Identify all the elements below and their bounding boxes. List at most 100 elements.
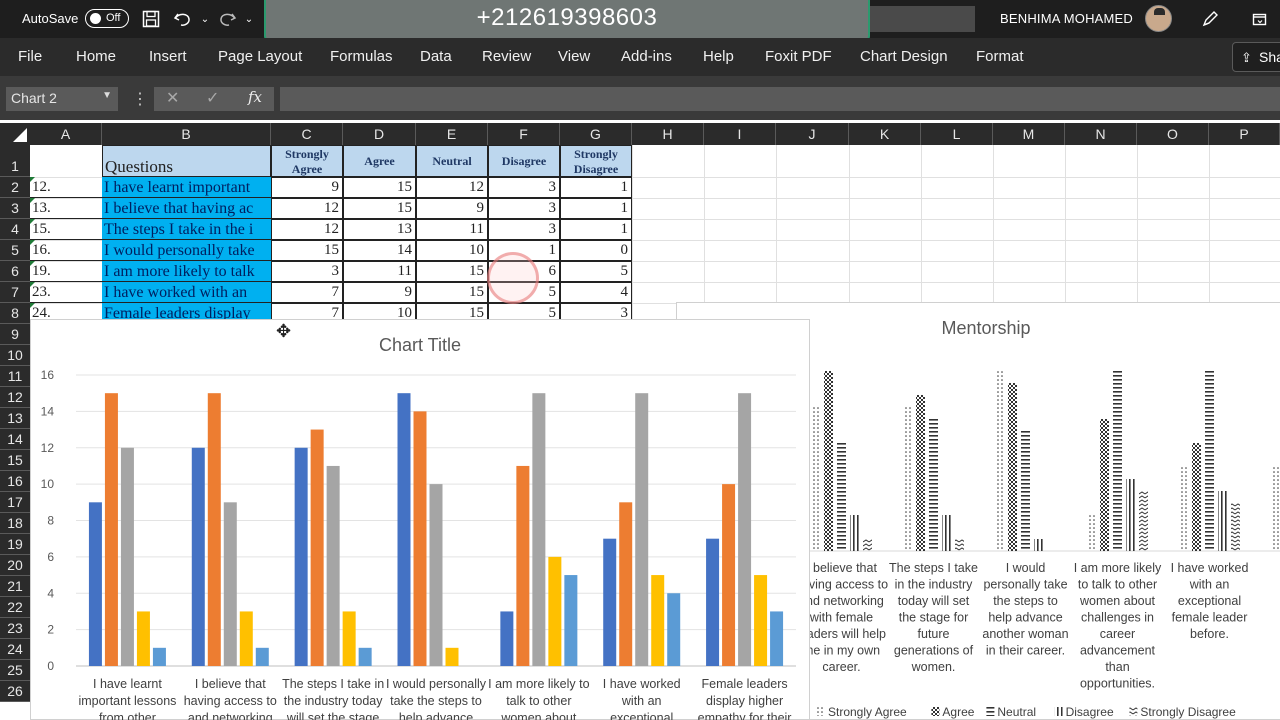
tab-chart-design[interactable]: Chart Design [860, 48, 948, 65]
column-header-o[interactable]: O [1137, 123, 1209, 145]
column-header-c[interactable]: C [271, 123, 343, 145]
row-header-20[interactable]: 20 [0, 555, 30, 576]
response-count-cell[interactable]: 9 [271, 177, 343, 198]
response-count-cell[interactable]: 11 [343, 261, 416, 282]
response-count-cell[interactable]: 0 [560, 240, 632, 261]
tab-file[interactable]: File [18, 48, 42, 65]
tab-formulas[interactable]: Formulas [330, 48, 393, 65]
name-box[interactable]: Chart 2 ▼ [6, 87, 118, 111]
row-header-3[interactable]: 3 [0, 198, 30, 219]
response-count-cell[interactable]: 3 [271, 261, 343, 282]
redo-dropdown-icon[interactable]: ⌄ [238, 8, 260, 30]
strongly-disagree-header[interactable]: Strongly Disagree [560, 145, 632, 177]
row-header-9[interactable]: 9 [0, 324, 30, 345]
response-count-cell[interactable]: 7 [271, 282, 343, 303]
row-header-13[interactable]: 13 [0, 408, 30, 429]
select-all-corner[interactable] [0, 123, 30, 145]
response-count-cell[interactable]: 15 [416, 261, 488, 282]
row-header-14[interactable]: 14 [0, 429, 30, 450]
strongly-agree-header[interactable]: Strongly Agree [271, 145, 343, 177]
disagree-header[interactable]: Disagree [488, 145, 560, 177]
row-header-22[interactable]: 22 [0, 597, 30, 618]
formula-input[interactable] [280, 87, 1280, 111]
undo-dropdown-icon[interactable]: ⌄ [194, 8, 216, 30]
tab-foxit-pdf[interactable]: Foxit PDF [765, 48, 832, 65]
row-header-17[interactable]: 17 [0, 492, 30, 513]
row-header-15[interactable]: 15 [0, 450, 30, 471]
column-header-h[interactable]: H [632, 123, 704, 145]
row-header-10[interactable]: 10 [0, 345, 30, 366]
tab-data[interactable]: Data [420, 48, 452, 65]
response-count-cell[interactable]: 12 [416, 177, 488, 198]
avatar[interactable] [1145, 5, 1172, 32]
response-count-cell[interactable]: 1 [560, 177, 632, 198]
row-header-4[interactable]: 4 [0, 219, 30, 240]
question-id-cell[interactable]: 13. [30, 198, 102, 219]
column-header-f[interactable]: F [488, 123, 560, 145]
column-header-i[interactable]: I [704, 123, 776, 145]
column-header-g[interactable]: G [560, 123, 632, 145]
tab-page-layout[interactable]: Page Layout [218, 48, 302, 65]
row-header-6[interactable]: 6 [0, 261, 30, 282]
response-count-cell[interactable]: 3 [488, 177, 560, 198]
row-header-21[interactable]: 21 [0, 576, 30, 597]
row-header-11[interactable]: 11 [0, 366, 30, 387]
redo-icon[interactable] [216, 8, 238, 30]
response-count-cell[interactable]: 9 [416, 198, 488, 219]
column-header-p[interactable]: P [1209, 123, 1280, 145]
column-header-e[interactable]: E [416, 123, 488, 145]
question-text-cell[interactable]: The steps I take in the i [102, 219, 271, 240]
tab-add-ins[interactable]: Add-ins [621, 48, 672, 65]
column-header-k[interactable]: K [849, 123, 921, 145]
response-count-cell[interactable]: 3 [488, 198, 560, 219]
question-text-cell[interactable]: I have worked with an [102, 282, 271, 303]
response-count-cell[interactable]: 1 [560, 198, 632, 219]
row-header-19[interactable]: 19 [0, 534, 30, 555]
undo-icon[interactable] [172, 8, 194, 30]
column-header-j[interactable]: J [776, 123, 849, 145]
row-header-16[interactable]: 16 [0, 471, 30, 492]
response-count-cell[interactable]: 15 [343, 177, 416, 198]
row-header-23[interactable]: 23 [0, 618, 30, 639]
save-icon[interactable] [140, 8, 162, 30]
row-header-25[interactable]: 25 [0, 660, 30, 681]
column-header-m[interactable]: M [993, 123, 1065, 145]
row-header-2[interactable]: 2 [0, 177, 30, 198]
response-count-cell[interactable]: 1 [560, 219, 632, 240]
column-header-d[interactable]: D [343, 123, 416, 145]
column-header-n[interactable]: N [1065, 123, 1137, 145]
row-header-7[interactable]: 7 [0, 282, 30, 303]
row-header-8[interactable]: 8 [0, 303, 30, 324]
autosave-toggle[interactable]: Off [85, 9, 129, 28]
response-count-cell[interactable]: 3 [488, 219, 560, 240]
question-id-cell[interactable]: 15. [30, 219, 102, 240]
search-box[interactable] [870, 6, 975, 32]
question-id-cell[interactable]: 23. [30, 282, 102, 303]
neutral-header[interactable]: Neutral [416, 145, 488, 177]
more-options-icon[interactable]: ⋮ [132, 89, 148, 109]
share-button[interactable]: ⇪ Sha [1232, 42, 1280, 72]
restore-window-icon[interactable] [1249, 8, 1271, 30]
enter-icon[interactable]: ✓ [206, 88, 219, 108]
tab-home[interactable]: Home [76, 48, 116, 65]
tab-insert[interactable]: Insert [149, 48, 187, 65]
row-header-1[interactable]: 1 [0, 145, 30, 177]
response-count-cell[interactable]: 13 [343, 219, 416, 240]
cancel-icon[interactable]: ✕ [166, 88, 179, 108]
response-count-cell[interactable]: 15 [343, 198, 416, 219]
column-header-b[interactable]: B [102, 123, 271, 145]
question-text-cell[interactable]: I have learnt important [102, 177, 271, 198]
response-count-cell[interactable]: 9 [343, 282, 416, 303]
row-header-5[interactable]: 5 [0, 240, 30, 261]
question-text-cell[interactable]: I am more likely to talk [102, 261, 271, 282]
response-count-cell[interactable]: 15 [271, 240, 343, 261]
questions-header-cell[interactable]: Questions [102, 145, 271, 177]
question-text-cell[interactable]: I believe that having ac [102, 198, 271, 219]
tab-format[interactable]: Format [976, 48, 1024, 65]
response-count-cell[interactable]: 10 [416, 240, 488, 261]
question-text-cell[interactable]: I would personally take [102, 240, 271, 261]
question-id-cell[interactable]: 12. [30, 177, 102, 198]
insert-function-icon[interactable]: fx [248, 88, 262, 106]
tab-review[interactable]: Review [482, 48, 531, 65]
response-count-cell[interactable]: 14 [343, 240, 416, 261]
